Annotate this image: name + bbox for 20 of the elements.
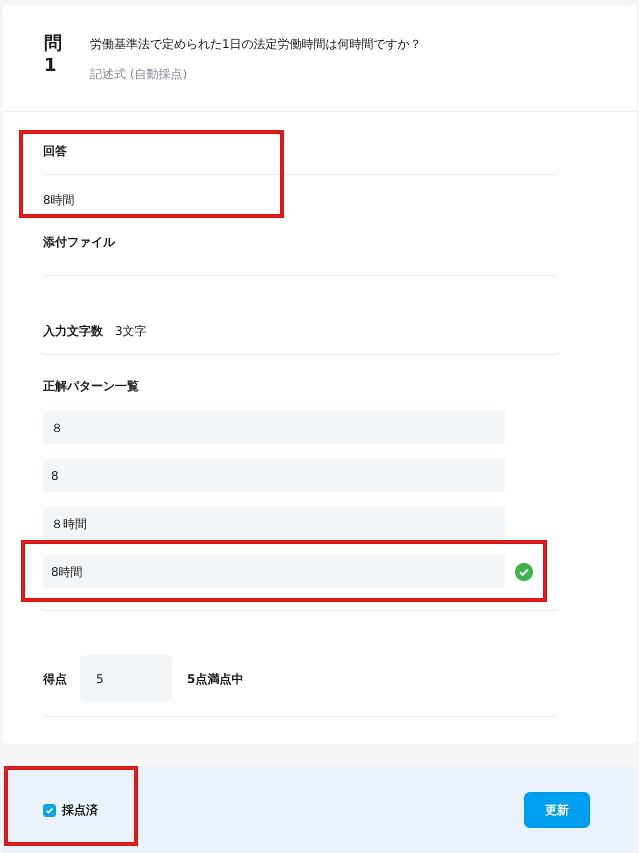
score-field[interactable]: 5 xyxy=(80,655,172,702)
question-label: 問 xyxy=(44,33,62,55)
pattern-field: ８ xyxy=(43,411,505,444)
attachment-label: 添付ファイル xyxy=(43,235,115,249)
score-label: 得点 xyxy=(43,670,68,688)
question-text: 労働基準法で定められた1日の法定労働時間は何時間ですか？ xyxy=(90,36,422,53)
pattern-field: 8 xyxy=(43,459,505,492)
pattern-list-label: 正解パターン一覧 xyxy=(43,379,139,393)
answer-label: 回答 xyxy=(43,144,67,158)
char-count-label: 入力文字数 xyxy=(43,323,103,340)
question-type: 記述式 (自動採点) xyxy=(90,66,188,83)
graded-checkbox[interactable] xyxy=(43,804,56,816)
answer-value: 8時間 xyxy=(43,193,75,207)
pattern-field: 8時間 xyxy=(43,555,505,588)
pattern-field: ８時間 xyxy=(43,507,505,540)
graded-label: 採点済 xyxy=(62,802,98,819)
char-count-value: 3文字 xyxy=(115,323,147,340)
checkmark-icon xyxy=(45,806,54,814)
question-number: 1 xyxy=(44,55,58,77)
max-score: 5点満点中 xyxy=(187,670,244,688)
